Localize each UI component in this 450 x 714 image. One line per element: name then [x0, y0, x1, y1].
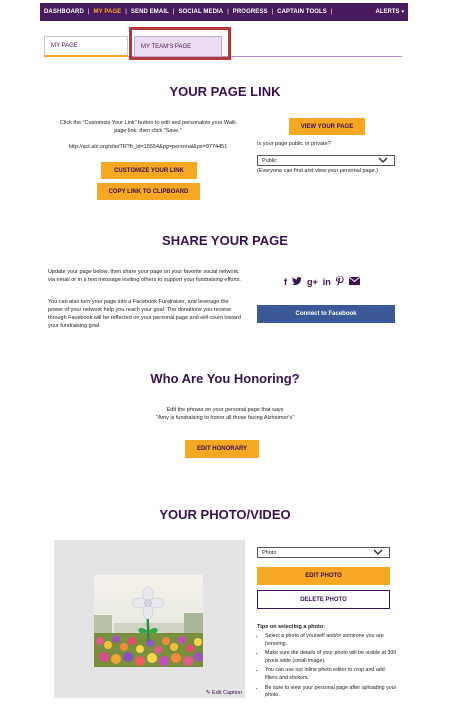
alerts-label: ALERTS [375, 9, 400, 15]
nav-separator: | [330, 9, 333, 15]
honoring-title: Who Are You Honoring? [150, 371, 300, 386]
copy-link-button[interactable]: COPY LINK TO CLIPBOARD [97, 183, 200, 200]
nav-dashboard[interactable]: DASHBOARD [44, 9, 84, 15]
tab-my-teams-page[interactable]: MY TEAM'S PAGE [134, 36, 222, 57]
privacy-note: (Everyone can find and view your persona… [257, 168, 379, 174]
privacy-select[interactable]: Public [257, 155, 395, 166]
nav-separator: | [227, 9, 229, 15]
view-page-button[interactable]: VIEW YOUR PAGE [289, 118, 365, 135]
list-item: Select a photo of yourself and/or someon… [265, 633, 397, 648]
nav-progress[interactable]: PROGRESS [233, 9, 268, 15]
nav-separator: | [87, 9, 90, 15]
pinterest-icon[interactable] [335, 276, 344, 288]
photo-tips-title: Tips on selecting a photo: [257, 624, 326, 630]
email-icon[interactable] [348, 276, 361, 287]
media-type-value: Photo [262, 549, 277, 556]
page-tabs: MY PAGE MY TEAM'S PAGE [44, 36, 402, 57]
flower-garden-photo-icon [94, 575, 203, 667]
connect-facebook-button[interactable]: Connect to Facebook [257, 305, 395, 323]
page-link-title: YOUR PAGE LINK [169, 84, 281, 99]
share-title: SHARE YOUR PAGE [162, 233, 288, 248]
delete-photo-button[interactable]: DELETE PHOTO [257, 590, 390, 609]
alerts-menu[interactable]: ALERTS ▾ [375, 9, 404, 15]
twitter-bird-icon [292, 277, 302, 285]
top-nav: DASHBOARD | MY PAGE | SEND EMAIL | SOCIA… [40, 3, 408, 21]
chevron-down-icon [378, 157, 388, 164]
tab-my-page[interactable]: MY PAGE [44, 36, 128, 57]
facebook-icon[interactable]: f [284, 277, 287, 287]
twitter-icon[interactable] [292, 277, 302, 287]
page-link-instructions: Click the "Customize Your Link" button t… [59, 120, 237, 134]
linkedin-icon[interactable]: in [323, 277, 331, 287]
honoring-line-2: "Amy is fundraising to honor all those f… [155, 415, 295, 421]
list-item: Be sure to view your personal page after… [265, 685, 397, 700]
photo-title: YOUR PHOTO/VIDEO [159, 507, 291, 522]
nav-separator: | [271, 9, 274, 15]
social-icons: f g+ in [284, 276, 361, 288]
page-link-url: http://act.alz.org/site/TR?fr_id=15554&p… [68, 144, 228, 150]
nav-my-page[interactable]: MY PAGE [93, 9, 121, 15]
edit-honorary-button[interactable]: EDIT HONORARY [185, 440, 259, 458]
pencil-icon: ✎ [205, 690, 211, 696]
chevron-down-icon: ▾ [401, 9, 404, 15]
list-item: You can use our inline photo editor to c… [265, 667, 397, 682]
honoring-line-1: Edit the phrase on your personal page th… [166, 407, 284, 413]
media-type-select[interactable]: Photo [257, 547, 390, 558]
nav-separator: | [172, 9, 175, 15]
photo-tips-list: Select a photo of yourself and/or someon… [257, 633, 397, 702]
nav-separator: | [125, 9, 127, 15]
uploaded-photo[interactable] [94, 575, 203, 667]
google-plus-icon[interactable]: g+ [307, 277, 318, 287]
share-paragraph-1: Update your page below, then share your … [48, 269, 242, 283]
privacy-question: Is your page public or private? [257, 141, 331, 147]
edit-caption-label: Edit Caption [212, 690, 242, 696]
chevron-down-icon [373, 549, 383, 556]
customize-link-button[interactable]: CUSTOMIZE YOUR LINK [101, 162, 197, 179]
envelope-icon [348, 276, 361, 285]
pinterest-p-icon [335, 276, 344, 286]
edit-caption-link[interactable]: ✎ Edit Caption [206, 690, 242, 696]
list-item: Make sure the details of your photo will… [265, 650, 397, 665]
nav-send-email[interactable]: SEND EMAIL [131, 9, 169, 15]
nav-captain-tools[interactable]: CAPTAIN TOOLS [277, 9, 327, 15]
privacy-select-value: Public [262, 157, 277, 164]
nav-social-media[interactable]: SOCIAL MEDIA [178, 9, 223, 15]
edit-photo-button[interactable]: EDIT PHOTO [257, 567, 390, 585]
share-paragraph-2: You can also turn your page into a Faceb… [48, 299, 241, 329]
photo-preview-panel: ✎ Edit Caption [54, 540, 245, 698]
